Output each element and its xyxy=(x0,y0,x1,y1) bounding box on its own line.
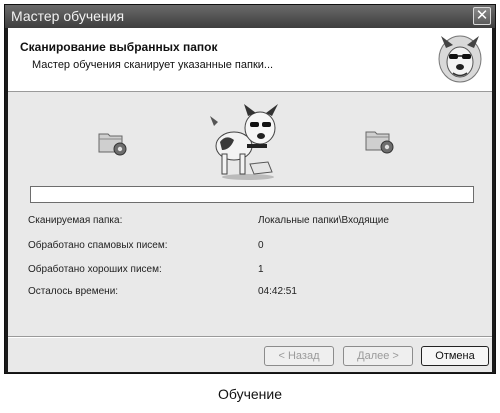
detail-value: 1 xyxy=(258,264,264,275)
wizard-header: Сканирование выбранных папок Мастер обуч… xyxy=(8,28,492,92)
title-bar: Мастер обучения ✕ xyxy=(5,5,495,28)
scan-animation xyxy=(8,104,492,184)
detail-row-folder: Сканируемая папка: Локальные папки\Входя… xyxy=(28,215,478,231)
back-button[interactable]: < Назад xyxy=(264,346,334,366)
progress-bar xyxy=(30,186,474,203)
cancel-button[interactable]: Отмена xyxy=(421,346,489,366)
wizard-body: Сканирование выбранных папок Мастер обуч… xyxy=(8,28,492,372)
footer-divider xyxy=(8,336,492,338)
detail-label: Осталось времени: xyxy=(28,286,119,297)
detail-row-good: Обработано хороших писем: 1 xyxy=(28,264,478,280)
dog-mascot-icon xyxy=(210,104,278,180)
folder-gear-icon xyxy=(365,131,394,154)
detail-row-time: Осталось времени: 04:42:51 xyxy=(28,286,478,302)
detail-row-spam: Обработано спамовых писем: 0 xyxy=(28,240,478,256)
folder-gear-icon xyxy=(98,133,127,156)
step-subtitle: Мастер обучения сканирует указанные папк… xyxy=(32,59,274,71)
detail-value: 04:42:51 xyxy=(258,286,297,297)
detail-label: Сканируемая папка: xyxy=(28,215,123,226)
next-button[interactable]: Далее > xyxy=(343,346,413,366)
step-title: Сканирование выбранных папок xyxy=(20,40,218,54)
wizard-window: Мастер обучения ✕ Сканирование выбранных… xyxy=(4,4,496,374)
figure-caption: Обучение xyxy=(217,386,283,402)
close-button[interactable]: ✕ xyxy=(473,7,491,25)
detail-value: Локальные папки\Входящие xyxy=(258,215,389,226)
detail-label: Обработано спамовых писем: xyxy=(28,240,168,251)
window-title: Мастер обучения xyxy=(11,8,125,24)
dog-logo-icon xyxy=(438,35,482,83)
detail-label: Обработано хороших писем: xyxy=(28,264,162,275)
close-icon: ✕ xyxy=(475,7,489,24)
detail-value: 0 xyxy=(258,240,264,251)
